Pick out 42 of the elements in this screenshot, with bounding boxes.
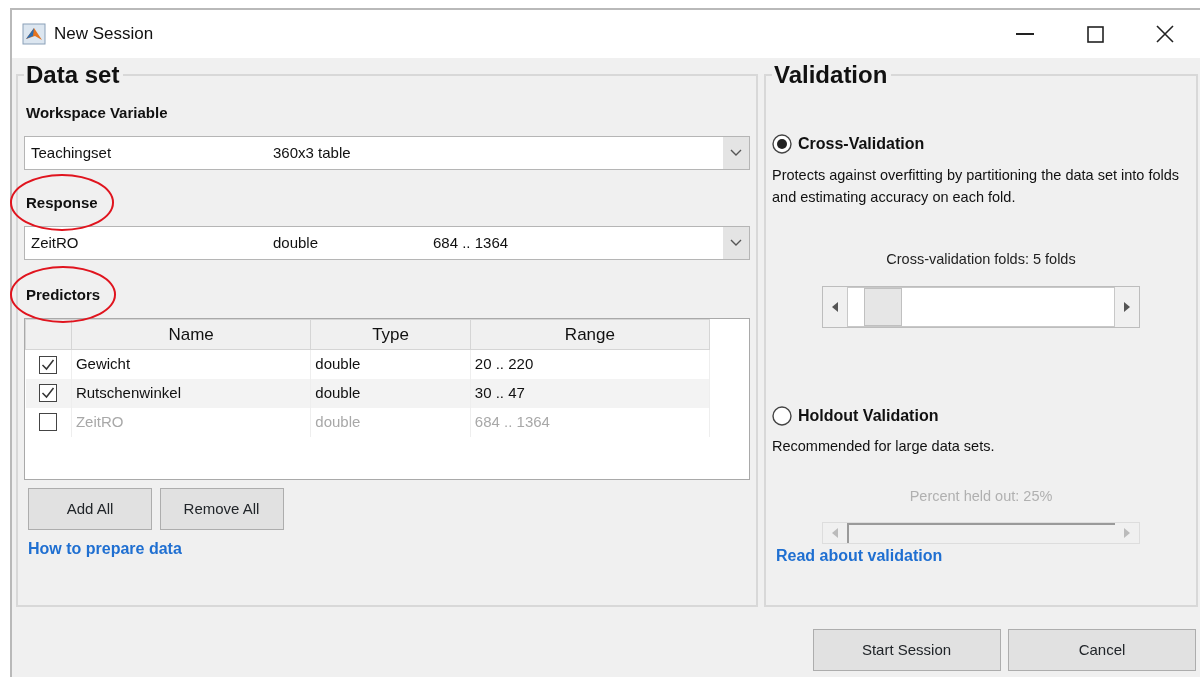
table-cell: double	[310, 349, 471, 379]
table-cell: ZeitRO	[71, 407, 311, 437]
help-link[interactable]: How to prepare data	[28, 540, 182, 558]
radio-button[interactable]	[772, 134, 792, 155]
dialog-button[interactable]: Start Session	[812, 629, 1001, 671]
column-header[interactable]: Name	[71, 319, 311, 350]
dropdown-field[interactable]: ZeitRO double 684 .. 1364	[24, 226, 750, 261]
option-label: Cross-Validation	[798, 134, 925, 155]
dropdown-field[interactable]: Teachingset 360x3 table	[24, 136, 750, 171]
table-cell: Rutschenwinkel	[71, 378, 311, 408]
column-header[interactable]: Type	[310, 319, 471, 350]
field-label: Workspace Variable	[25, 103, 169, 124]
table-cell: 684 .. 1364	[470, 407, 710, 437]
section-title: Data set	[25, 62, 121, 89]
chevron-down-icon	[730, 239, 742, 248]
table-cell: double	[310, 407, 471, 437]
right-arrow-icon[interactable]	[1124, 301, 1130, 312]
slider-label: Percent held out: 25%	[908, 486, 1054, 506]
section-title: Validation	[773, 62, 889, 89]
column-header[interactable]: Range	[470, 319, 710, 350]
option-label: Holdout Validation	[798, 405, 939, 426]
chevron-down-icon	[730, 149, 742, 158]
slider-label: Cross-validation folds: 5 folds	[885, 249, 1077, 269]
minimize-icon	[1016, 33, 1034, 35]
slider-thumb[interactable]	[863, 287, 902, 326]
left-arrow-icon[interactable]	[832, 301, 838, 312]
help-link[interactable]: Read about validation	[772, 547, 943, 565]
close-icon	[1156, 25, 1174, 43]
table-cell: 30 .. 47	[470, 378, 710, 408]
checkbox[interactable]	[39, 384, 58, 403]
action-button[interactable]: Add All	[28, 487, 152, 530]
table-cell: 20 .. 220	[470, 349, 710, 379]
description-text: Protects against overfitting by partitioning the data set into folds and estimating accuracy on each fold.	[772, 165, 1181, 208]
window-title: New Session	[54, 23, 154, 46]
checkbox[interactable]	[39, 355, 58, 374]
app-logo-icon	[22, 23, 46, 45]
action-button[interactable]: Remove All	[159, 487, 284, 530]
description-text: Recommended for large data sets.	[772, 437, 996, 457]
table-cell: Gewicht	[71, 349, 311, 379]
maximize-icon	[1086, 25, 1104, 43]
table-cell: double	[310, 378, 471, 408]
dialog-button[interactable]: Cancel	[1008, 629, 1196, 671]
